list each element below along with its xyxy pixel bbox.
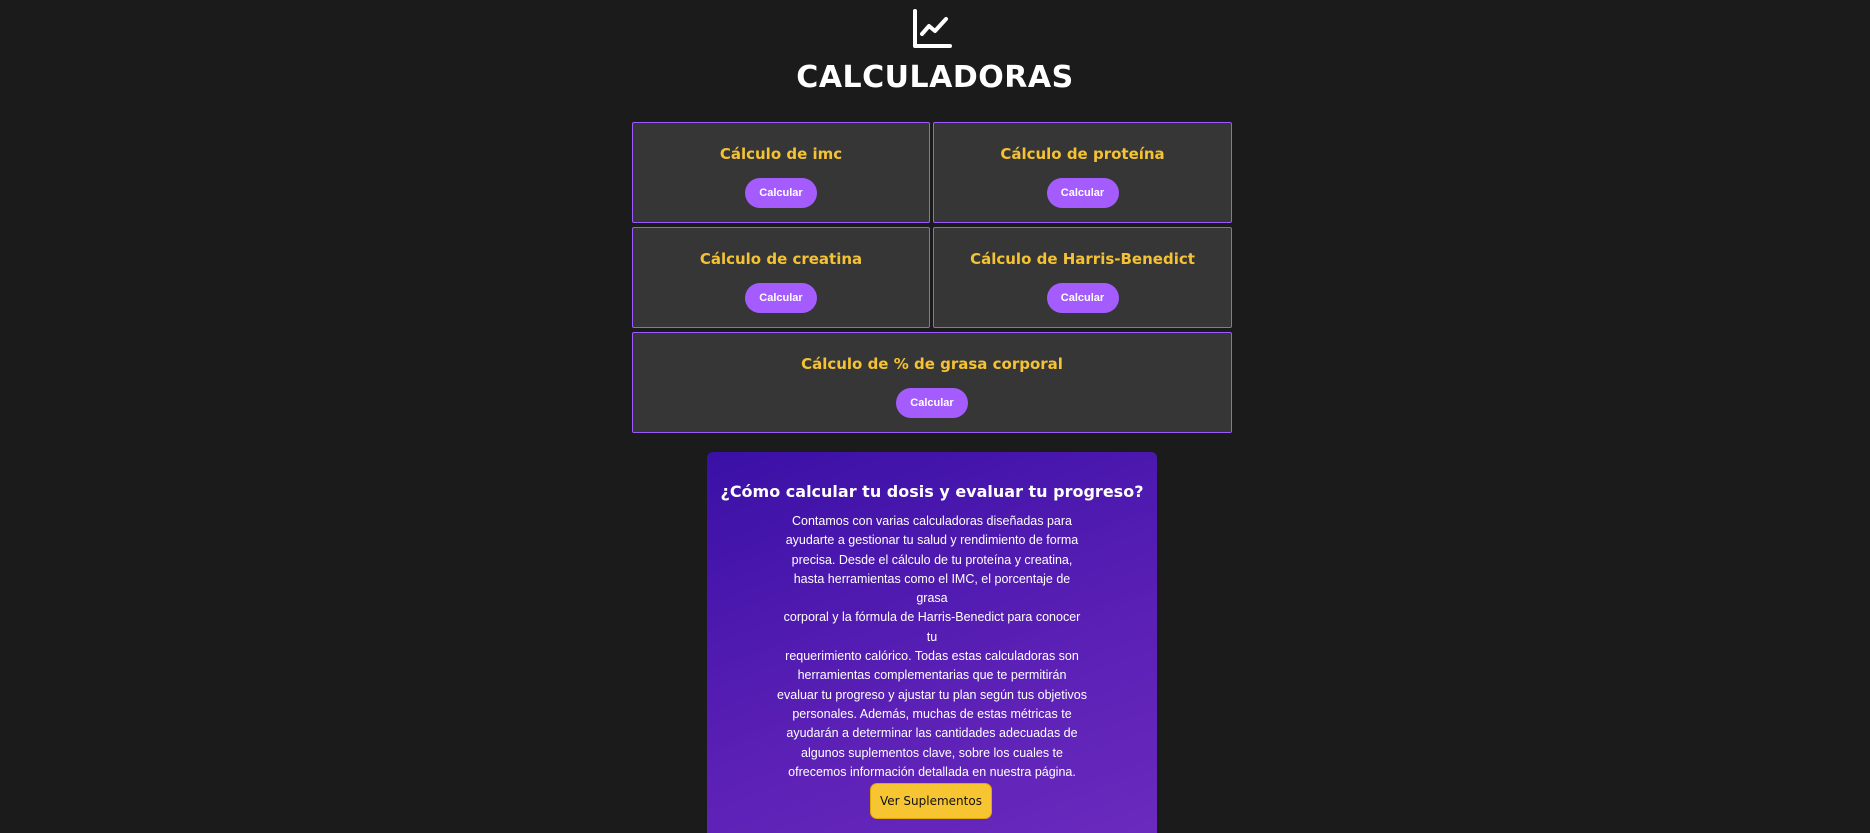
info-line: algunos suplementos clave, sobre los cua… — [801, 745, 1063, 760]
calculator-title-proteina: Cálculo de proteína — [1000, 145, 1165, 163]
calculate-imc-button[interactable]: Calcular — [745, 178, 817, 208]
info-line: ofrecemos información detallada en nuest… — [788, 764, 1076, 779]
info-line: herramientas complementarias que te perm… — [797, 668, 1067, 683]
calculator-card-grasa-corporal: Cálculo de % de grasa corporal Calcular — [632, 332, 1232, 433]
ver-suplementos-button[interactable]: Ver Suplementos — [870, 783, 992, 819]
info-line: hasta herramientas como el IMC, el porce… — [793, 571, 1071, 606]
calculate-grasa-corporal-button[interactable]: Calcular — [896, 388, 968, 418]
info-line: requerimiento calórico. Todas estas calc… — [785, 649, 1079, 664]
page: CALCULADORAS Cálculo de imc Calcular Cál… — [0, 0, 1870, 833]
info-line: evaluar tu progreso y ajustar tu plan se… — [777, 687, 1087, 702]
calculator-card-creatina: Cálculo de creatina Calcular — [632, 227, 930, 328]
info-panel: ¿Cómo calcular tu dosis y evaluar tu pro… — [707, 452, 1157, 833]
info-line: personales. Además, muchas de estas métr… — [792, 706, 1072, 721]
page-title: CALCULADORAS — [796, 60, 1074, 95]
calculate-proteina-button[interactable]: Calcular — [1046, 178, 1119, 208]
calculator-card-proteina: Cálculo de proteína Calcular — [933, 122, 1232, 223]
calculator-card-harris-benedict: Cálculo de Harris-Benedict Calcular — [933, 227, 1232, 328]
calculator-card-imc: Cálculo de imc Calcular — [632, 122, 930, 223]
info-line: corporal y la fórmula de Harris-Benedict… — [783, 610, 1081, 644]
info-line: precisa. Desde el cálculo de tu proteína… — [791, 552, 1073, 567]
chart-line-icon — [913, 9, 952, 48]
calculate-harris-benedict-button[interactable]: Calcular — [1046, 283, 1119, 313]
info-line: ayudarte a gestionar tu salud y rendimie… — [785, 533, 1079, 548]
calculator-title-harris-benedict: Cálculo de Harris-Benedict — [970, 250, 1195, 268]
calculator-title-creatina: Cálculo de creatina — [699, 250, 863, 268]
info-title: ¿Cómo calcular tu dosis y evaluar tu pro… — [720, 482, 1144, 501]
info-description: Contamos con varias calculadoras diseñad… — [777, 512, 1087, 782]
calculator-title-imc: Cálculo de imc — [719, 145, 843, 163]
info-line: Contamos con varias calculadoras diseñad… — [791, 514, 1073, 528]
calculate-creatina-button[interactable]: Calcular — [745, 283, 817, 313]
info-line: ayudarán a determinar las cantidades ade… — [786, 726, 1078, 741]
calculator-title-grasa-corporal: Cálculo de % de grasa corporal — [801, 355, 1063, 373]
